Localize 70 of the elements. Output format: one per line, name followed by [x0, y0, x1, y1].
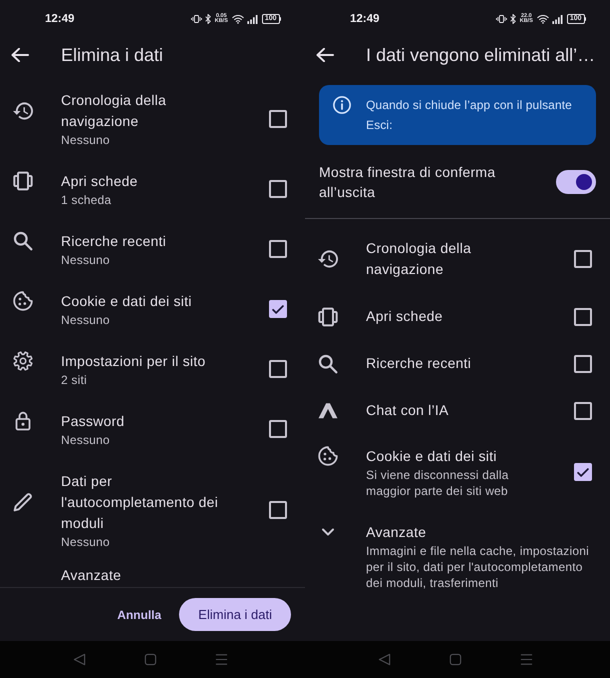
caret-up-icon [318, 400, 338, 420]
signal-icon [246, 14, 259, 24]
setting-title: Cookie e dati dei siti [61, 292, 193, 310]
status-time: 12:49 [45, 13, 74, 25]
setting-subtitle: 2 siti [61, 372, 88, 388]
setting-title: Apri schede [61, 172, 139, 191]
carousel-icon [13, 171, 33, 191]
setting-subtitle: Immagini e file nella cache, impostazioni per il sito, dati per l'autocompletamento dei moduli, trasferimenti [366, 542, 590, 590]
cookie-icon [13, 291, 33, 311]
setting-title: Apri schede [366, 307, 444, 326]
checkmark-icon [272, 304, 284, 314]
pencil-icon [13, 492, 33, 512]
search-icon [13, 231, 33, 251]
setting-title: Avanzate [366, 522, 428, 542]
toggle-switch[interactable] [556, 170, 596, 194]
setting-subtitle: Nessuno [61, 252, 111, 268]
checkbox[interactable] [574, 354, 592, 372]
back-arrow-icon[interactable] [316, 48, 334, 62]
checkbox[interactable] [269, 420, 287, 438]
vibrate-icon [496, 15, 507, 23]
delete-data-button[interactable]: Elimina i dati [179, 598, 291, 631]
setting-title: Cookie e dati dei siti [366, 446, 498, 466]
back-arrow-icon[interactable] [11, 48, 29, 62]
cancel-button[interactable]: Annulla [109, 600, 170, 630]
setting-subtitle: Nessuno [61, 432, 111, 448]
status-time: 12:49 [350, 13, 380, 25]
checkbox[interactable] [269, 501, 287, 519]
setting-subtitle: 1 scheda [61, 192, 112, 208]
setting-title: Chat con l’IA [366, 401, 450, 420]
history-icon [318, 249, 338, 269]
setting-title: Cronologia della navigazione [61, 90, 168, 131]
bluetooth-icon [204, 14, 211, 24]
wifi-icon [536, 14, 549, 24]
setting-title: Cronologia della navigazione [366, 239, 472, 279]
cookie-icon [318, 446, 338, 466]
setting-title: Ricerche recenti [366, 354, 472, 373]
banner-text: Quando si chiude l’app con il pulsante Esci: [366, 97, 573, 134]
carousel-icon [318, 306, 338, 326]
checkbox[interactable] [269, 360, 287, 378]
vibrate-icon [190, 15, 202, 23]
setting-subtitle: Nessuno [61, 132, 111, 148]
toggle-label: Mostra finestra di conferma all’uscita [319, 163, 496, 202]
checkbox[interactable] [574, 250, 592, 268]
signal-icon [552, 14, 564, 24]
setting-title: Impostazioni per il sito [61, 352, 207, 371]
settings-icon [13, 351, 33, 371]
search-icon [318, 354, 338, 374]
checkbox[interactable] [574, 308, 592, 326]
wifi-icon [232, 14, 244, 24]
setting-title: Avanzate [61, 566, 122, 585]
checkbox[interactable] [574, 463, 592, 481]
checkbox[interactable] [269, 240, 287, 258]
setting-subtitle: Nessuno [61, 534, 111, 550]
checkbox[interactable] [269, 110, 287, 128]
checkbox[interactable] [269, 300, 287, 318]
checkbox[interactable] [269, 180, 287, 198]
page-title: Elimina i dati [61, 44, 164, 66]
setting-subtitle: Si viene disconnessi dalla maggior parte dei siti web [366, 466, 510, 498]
setting-title: Password [61, 412, 126, 430]
setting-title: Ricerche recenti [61, 232, 168, 250]
bluetooth-icon [510, 14, 516, 24]
history-icon [13, 100, 33, 120]
setting-title: Dati per l'autocompletamento dei moduli [61, 472, 220, 532]
checkmark-icon [577, 468, 589, 476]
checkbox[interactable] [574, 402, 592, 420]
info-icon [333, 96, 351, 114]
setting-subtitle: Nessuno [61, 312, 111, 328]
page-title: I dati vengono eliminati all’… [366, 44, 596, 66]
chevron-down-icon[interactable] [321, 527, 335, 537]
padlock-icon [13, 411, 33, 431]
